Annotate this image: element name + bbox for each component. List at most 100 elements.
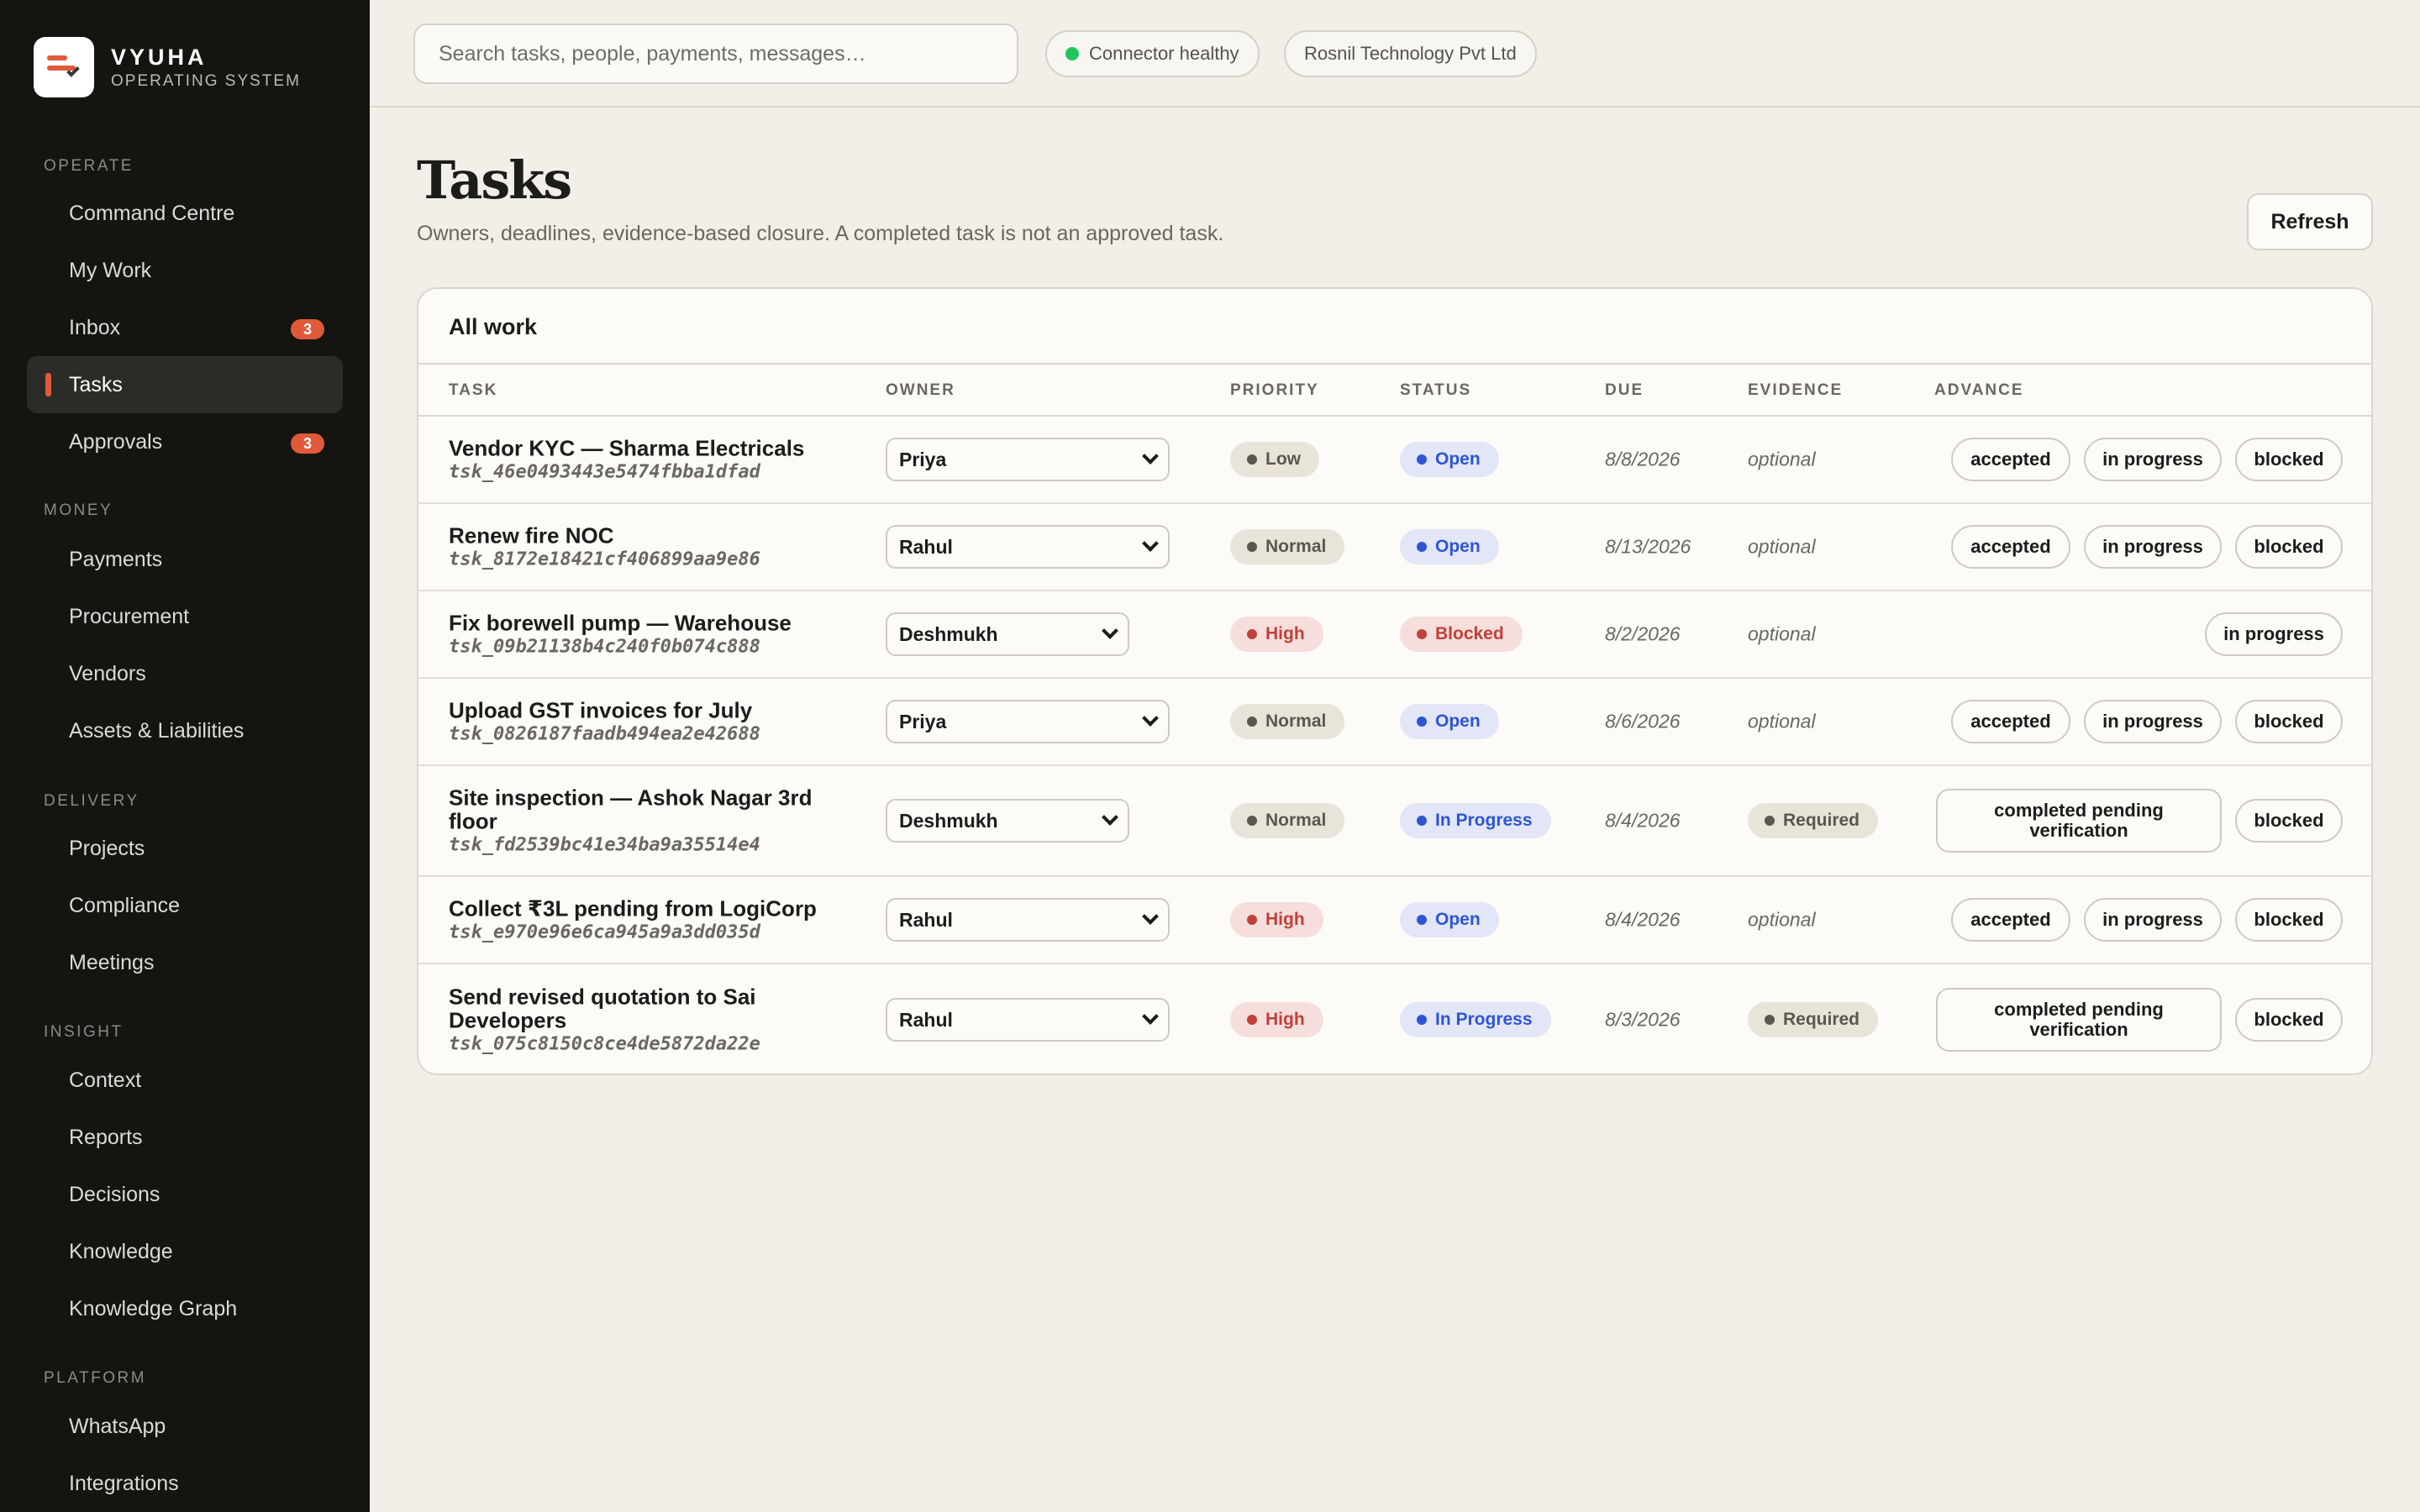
status-cell: Blocked [1400,617,1523,652]
advance-accepted-button[interactable]: accepted [1951,438,2070,481]
task-title[interactable]: Collect ₹3L pending from LogiCorp [449,897,818,921]
advance-in-progress-button[interactable]: in progress [2084,438,2222,481]
chevron-down-icon [1102,622,1118,639]
task-cell[interactable]: Collect ₹3L pending from LogiCorp tsk_e97… [449,897,818,943]
status-cell: Open [1400,529,1499,564]
advance-accepted-button[interactable]: accepted [1951,700,2070,743]
sidebar-item-vendors[interactable]: Vendors [27,645,343,702]
owner-select[interactable]: Rahul [886,998,1170,1042]
task-title[interactable]: Site inspection — Ashok Nagar 3rd floor [449,786,818,833]
task-title[interactable]: Upload GST invoices for July [449,699,818,722]
priority-badge: Low [1230,442,1319,477]
task-cell[interactable]: Upload GST invoices for July tsk_0826187f… [449,699,818,745]
advance-blocked-button[interactable]: blocked [2235,700,2343,743]
advance-completed-pending-verification-button[interactable]: completed pending verification [1936,988,2222,1052]
table-row: Site inspection — Ashok Nagar 3rd floor t… [418,766,2371,877]
advance-accepted-button[interactable]: accepted [1951,525,2070,569]
sidebar-item-whatsapp[interactable]: WhatsApp [27,1398,343,1455]
task-title[interactable]: Renew fire NOC [449,524,818,548]
refresh-button[interactable]: Refresh [2247,193,2373,250]
sidebar-item-context[interactable]: Context [27,1052,343,1109]
task-cell[interactable]: Vendor KYC — Sharma Electricals tsk_46e04… [449,437,818,483]
col-header-advance: ADVANCE [1934,381,2024,399]
col-header-status: STATUS [1400,381,1472,399]
priority-badge: High [1230,617,1323,652]
task-cell[interactable]: Renew fire NOC tsk_8172e18421cf406899aa9e… [449,524,818,570]
advance-in-progress-button[interactable]: in progress [2084,525,2222,569]
owner-select[interactable]: Deshmukh [886,612,1129,656]
advance-blocked-button[interactable]: blocked [2235,998,2343,1042]
sidebar-item-label: Vendors [69,661,146,685]
status-dot-icon [1417,454,1427,465]
advance-blocked-button[interactable]: blocked [2235,525,2343,569]
advance-blocked-button[interactable]: blocked [2235,799,2343,843]
task-cell[interactable]: Fix borewell pump — Warehouse tsk_09b2113… [449,612,818,658]
due-date: 8/13/2026 [1605,535,1691,558]
owner-select[interactable]: Rahul [886,898,1170,942]
brand-subtitle: OPERATING SYSTEM [111,71,301,90]
sidebar-item-payments[interactable]: Payments [27,531,343,588]
evidence-cell: Required [1748,1002,1879,1037]
sidebar-item-my-work[interactable]: My Work [27,242,343,299]
advance-completed-pending-verification-button[interactable]: completed pending verification [1936,789,2222,853]
inbox-count-badge: 3 [291,319,324,339]
advance-blocked-button[interactable]: blocked [2235,898,2343,942]
evidence-label: optional [1748,710,1816,732]
sidebar-item-procurement[interactable]: Procurement [27,588,343,645]
page-subtitle: Owners, deadlines, evidence-based closur… [417,222,1224,245]
task-title[interactable]: Send revised quotation to Sai Developers [449,985,818,1032]
sidebar-item-tasks[interactable]: Tasks [27,356,343,413]
priority-dot-icon [1247,915,1257,925]
sidebar-item-knowledge-graph[interactable]: Knowledge Graph [27,1280,343,1337]
sidebar-item-meetings[interactable]: Meetings [27,934,343,991]
advance-in-progress-button[interactable]: in progress [2205,612,2343,656]
sidebar-item-knowledge[interactable]: Knowledge [27,1223,343,1280]
owner-value: Rahul [899,535,953,558]
sidebar-item-inbox[interactable]: Inbox 3 [27,299,343,356]
status-dot-icon [1417,717,1427,727]
sidebar-item-label: Projects [69,836,145,860]
sidebar-item-decisions[interactable]: Decisions [27,1166,343,1223]
owner-select[interactable]: Deshmukh [886,799,1129,843]
priority-label: Low [1265,449,1301,469]
nav-section-platform: PLATFORM [44,1369,147,1387]
advance-accepted-button[interactable]: accepted [1951,898,2070,942]
advance-in-progress-button[interactable]: in progress [2084,898,2222,942]
sidebar-item-command-centre[interactable]: Command Centre [27,185,343,242]
task-title[interactable]: Vendor KYC — Sharma Electricals [449,437,818,460]
global-search-input[interactable] [413,24,1018,84]
sidebar-item-reports[interactable]: Reports [27,1109,343,1166]
advance-in-progress-button[interactable]: in progress [2084,700,2222,743]
task-id: tsk_09b21138b4c240f0b074c888 [449,636,760,658]
status-badge: Blocked [1400,617,1523,652]
sidebar-item-assets-liabilities[interactable]: Assets & Liabilities [27,702,343,759]
status-cell: In Progress [1400,1002,1551,1037]
status-cell: Open [1400,902,1499,937]
priority-cell: High [1230,617,1323,652]
sidebar-item-label: Knowledge [69,1239,173,1263]
sidebar-item-compliance[interactable]: Compliance [27,877,343,934]
priority-label: High [1265,624,1305,643]
sidebar-item-approvals[interactable]: Approvals 3 [27,413,343,470]
owner-select[interactable]: Rahul [886,525,1170,569]
owner-select[interactable]: Priya [886,438,1170,481]
status-badge: Open [1400,442,1499,477]
evidence-dot-icon [1765,816,1775,826]
sidebar-item-label: Meetings [69,950,155,974]
status-dot-icon [1417,816,1427,826]
evidence-label: optional [1748,535,1816,558]
company-selector[interactable]: Rosnil Technology Pvt Ltd [1284,30,1537,77]
task-title[interactable]: Fix borewell pump — Warehouse [449,612,818,635]
advance-blocked-button[interactable]: blocked [2235,438,2343,481]
brand[interactable]: VYUHA OPERATING SYSTEM [34,37,301,97]
evidence-cell: optional [1748,909,1816,932]
owner-select[interactable]: Priya [886,700,1170,743]
col-header-priority: PRIORITY [1230,381,1319,399]
task-cell[interactable]: Send revised quotation to Sai Developers… [449,985,818,1055]
connector-status-pill[interactable]: Connector healthy [1045,30,1260,77]
sidebar-item-projects[interactable]: Projects [27,820,343,877]
sidebar-item-integrations[interactable]: Integrations [27,1455,343,1512]
chevron-down-icon [1142,710,1159,727]
owner-value: Deshmukh [899,809,998,832]
task-cell[interactable]: Site inspection — Ashok Nagar 3rd floor t… [449,786,818,856]
